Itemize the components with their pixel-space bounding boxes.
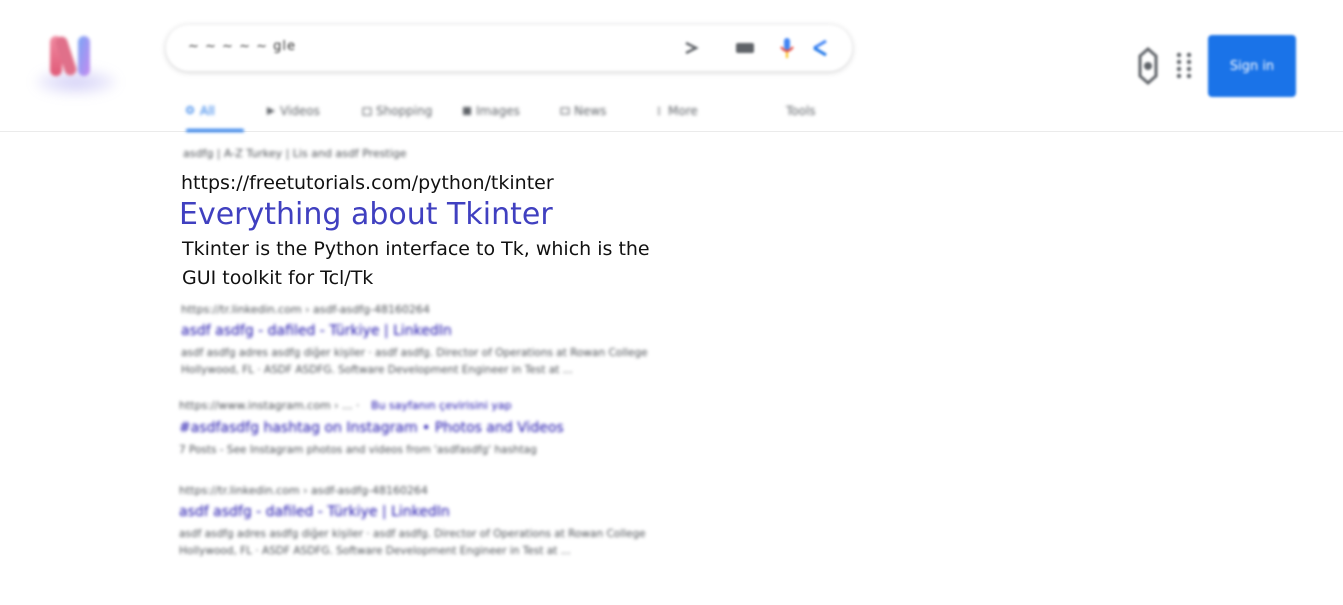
result-2-cite[interactable]: https://www.instagram.com › ... · Bu say… [179, 399, 512, 412]
image-icon [463, 107, 471, 115]
featured-title-link[interactable]: Everything about Tkinter [179, 197, 553, 232]
news-icon [560, 107, 570, 115]
tab-tools[interactable]: Tools [786, 100, 816, 122]
shopping-icon [362, 107, 372, 116]
more-icon [658, 107, 660, 115]
featured-breadcrumb: asdfg | A-Z Turkey | Lis and asdf Presti… [183, 147, 407, 160]
keyboard-icon[interactable] [734, 37, 756, 59]
result-1-snippet-line-2: Hollywood, FL · ASDF ASDFG. Software Dev… [181, 364, 573, 376]
tab-images[interactable]: Images [462, 100, 520, 122]
header: ~ ~ ~ ~ ~ gle All Videos Shopping Images… [0, 0, 1343, 132]
sign-in-button[interactable]: Sign in [1208, 35, 1296, 97]
result-1-title-link[interactable]: asdf asdfg - dafiled - Türkiye | LinkedI… [181, 323, 452, 339]
tab-videos[interactable]: Videos [266, 100, 320, 122]
search-icon [186, 106, 194, 114]
tab-shopping[interactable]: Shopping [362, 100, 432, 122]
result-3-title-link[interactable]: asdf asdfg - dafiled - Türkiye | LinkedI… [179, 504, 450, 520]
result-1-snippet-line-1: asdf asdfg adres asdfg diğer kişiler · a… [181, 347, 648, 359]
app-logo[interactable] [30, 30, 116, 94]
tab-more[interactable]: More [654, 100, 698, 122]
result-3-snippet-line-2: Hollywood, FL · ASDF ASDFG. Software Dev… [179, 545, 571, 557]
result-3-cite[interactable]: https://tr.linkedin.com › asdf-asdfg-481… [179, 484, 428, 497]
tab-news[interactable]: News [560, 100, 606, 122]
result-2-title-link[interactable]: #asdfasdfg hashtag on Instagram • Photos… [179, 420, 564, 436]
logo-icon [50, 36, 90, 76]
featured-url[interactable]: https://freetutorials.com/python/tkinter [181, 172, 554, 194]
result-2-snippet-line-1: 7 Posts - See Instagram photos and video… [179, 444, 537, 456]
active-tab-indicator [186, 129, 244, 132]
clear-icon[interactable] [680, 37, 702, 59]
translate-link[interactable]: Bu sayfanın çevirisini yap [371, 399, 512, 412]
featured-description: Tkinter is the Python interface to Tk, w… [182, 238, 650, 289]
lens-icon[interactable] [810, 37, 832, 59]
settings-icon[interactable] [1136, 46, 1160, 86]
search-box[interactable]: ~ ~ ~ ~ ~ gle [166, 25, 852, 71]
result-3-snippet-line-1: asdf asdfg adres asdfg diğer kişiler · a… [179, 528, 646, 540]
search-input[interactable]: ~ ~ ~ ~ ~ gle [188, 39, 296, 54]
search-tabs: All Videos Shopping Images News More Too… [180, 98, 860, 132]
mic-icon[interactable] [776, 37, 798, 59]
apps-grid-icon[interactable] [1174, 50, 1194, 82]
result-1-cite[interactable]: https://tr.linkedin.com › asdf-asdfg-481… [181, 303, 430, 316]
video-icon [267, 107, 275, 115]
tab-all[interactable]: All [186, 100, 215, 122]
search-results-page: ~ ~ ~ ~ ~ gle All Videos Shopping Images… [0, 0, 1343, 605]
